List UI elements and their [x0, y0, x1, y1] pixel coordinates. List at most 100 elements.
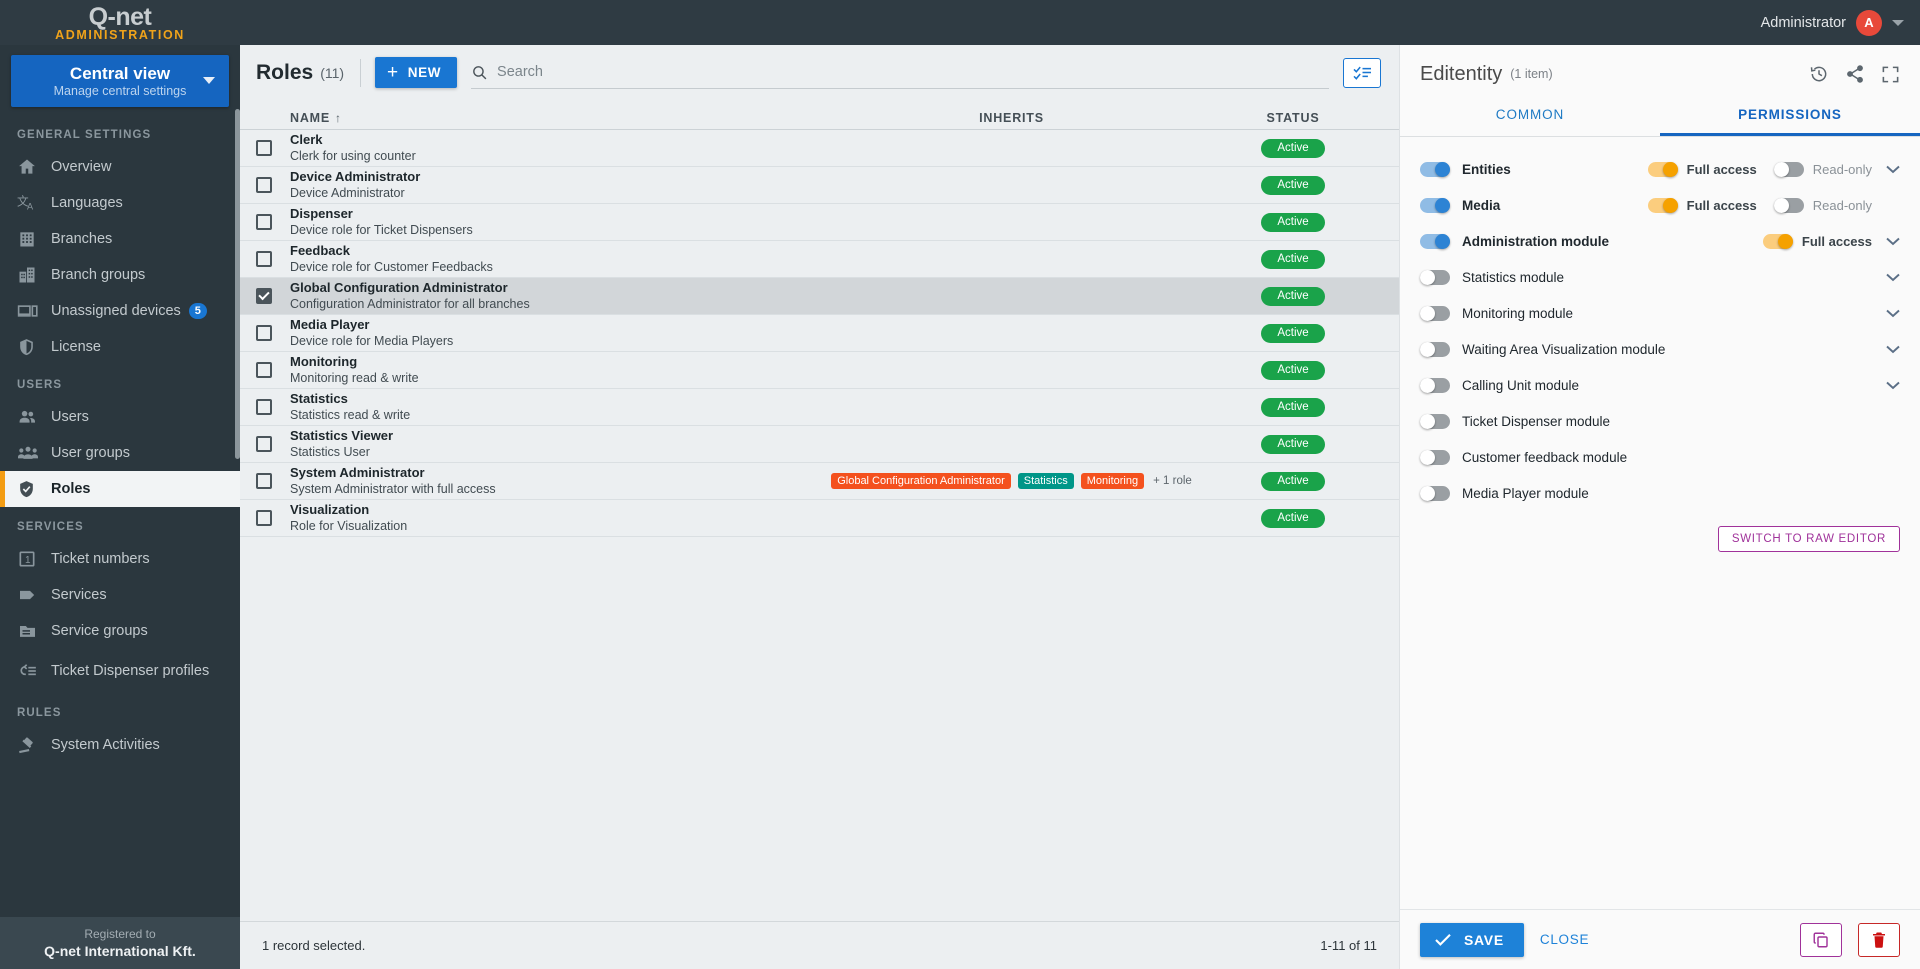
permission-enable-toggle[interactable] [1420, 485, 1450, 501]
row-checkbox[interactable] [256, 288, 272, 304]
chevron-down-icon[interactable] [1886, 273, 1900, 282]
column-header-inherits[interactable]: INHERITS [820, 111, 1203, 125]
table-row[interactable]: Global Configuration Administrator Config… [240, 278, 1399, 315]
permission-enable-toggle[interactable] [1420, 413, 1450, 429]
table-row[interactable]: Visualization Role for Visualization Activ… [240, 500, 1399, 537]
row-checkbox[interactable] [256, 399, 272, 415]
table-row[interactable]: Statistics Statistics read & write Active [240, 389, 1399, 426]
table-row[interactable]: Monitoring Monitoring read & write Active [240, 352, 1399, 389]
row-checkbox[interactable] [256, 140, 272, 156]
row-checkbox[interactable] [256, 436, 272, 452]
table-row[interactable]: Device Administrator Device Administrator… [240, 167, 1399, 204]
table-row[interactable]: Media Player Device role for Media Player… [240, 315, 1399, 352]
save-button[interactable]: SAVE [1420, 922, 1524, 957]
sidebar-item-service-groups[interactable]: Service groups [0, 613, 240, 649]
tab-common[interactable]: COMMON [1400, 95, 1660, 136]
select-all-button[interactable] [1343, 57, 1381, 88]
sidebar-item-roles[interactable]: Roles [0, 471, 240, 507]
sidebar-item-system-activities[interactable]: System Activities [0, 727, 240, 763]
table-row[interactable]: System Administrator System Administrator… [240, 463, 1399, 500]
column-header-name[interactable]: NAME ↑ [290, 111, 820, 125]
chevron-down-icon[interactable] [1886, 165, 1900, 174]
table-row[interactable]: Feedback Device role for Customer Feedbac… [240, 241, 1399, 278]
full-access-toggle[interactable] [1647, 161, 1678, 177]
page-title: Roles [256, 60, 314, 84]
duplicate-button[interactable] [1800, 922, 1842, 957]
status-cell: Active [1203, 138, 1383, 158]
full-access-toggle[interactable] [1762, 233, 1793, 249]
home-icon [17, 157, 51, 177]
row-checkbox[interactable] [256, 177, 272, 193]
close-button[interactable]: CLOSE [1540, 932, 1589, 947]
central-view-selector[interactable]: Central view Manage central settings [11, 55, 229, 107]
sidebar-item-languages[interactable]: 文 A Languages [0, 185, 240, 221]
main-footer: 1 record selected. 1-11 of 11 [240, 921, 1399, 969]
sidebar-item-services[interactable]: Services [0, 577, 240, 613]
table-row[interactable]: Dispenser Device role for Ticket Dispense… [240, 204, 1399, 241]
status-badge: Active [1261, 249, 1325, 269]
search-input[interactable] [497, 64, 1329, 80]
sidebar-item-license[interactable]: License [0, 329, 240, 365]
sidebar-item-unassigned-devices[interactable]: Unassigned devices 5 [0, 293, 240, 329]
chevron-down-icon[interactable] [1886, 381, 1900, 390]
registered-label: Registered to [84, 926, 156, 941]
sidebar-item-ticket-numbers[interactable]: 1 Ticket numbers [0, 541, 240, 577]
full-access-toggle[interactable] [1647, 197, 1678, 213]
chevron-down-icon[interactable] [1886, 237, 1900, 246]
row-checkbox[interactable] [256, 214, 272, 230]
permission-enable-toggle[interactable] [1420, 305, 1450, 321]
panel-tabs: COMMON PERMISSIONS [1400, 95, 1920, 137]
inherits-chip[interactable]: Monitoring [1080, 473, 1145, 489]
row-checkbox[interactable] [256, 325, 272, 341]
panel-filler [1400, 552, 1920, 909]
permission-enable-toggle[interactable] [1420, 197, 1450, 213]
row-checkbox[interactable] [256, 251, 272, 267]
permissions-list: Entities Full access Read-only Media Full ac… [1400, 137, 1920, 508]
permission-enable-toggle[interactable] [1420, 377, 1450, 393]
role-name: Device Administrator [290, 169, 421, 184]
switch-to-raw-editor-button[interactable]: SWITCH TO RAW EDITOR [1717, 526, 1900, 552]
sidebar-item-user-groups[interactable]: User groups [0, 435, 240, 471]
table-row[interactable]: Statistics Viewer Statistics User Active [240, 426, 1399, 463]
chevron-down-icon[interactable] [1886, 345, 1900, 354]
panel-header-actions [1809, 64, 1900, 84]
sidebar-item-branch-groups[interactable]: Branch groups [0, 257, 240, 293]
read-only-toggle[interactable] [1773, 197, 1804, 213]
share-icon[interactable] [1845, 64, 1865, 84]
account-menu[interactable]: Administrator A [1761, 9, 1920, 36]
permission-label: Ticket Dispenser module [1462, 413, 1611, 429]
read-only-toggle[interactable] [1773, 161, 1804, 177]
inherits-chip[interactable]: Global Configuration Administrator [831, 473, 1011, 489]
sidebar-item-ticket-dispenser-profiles[interactable]: Ticket Dispenser profiles [0, 649, 240, 693]
sidebar-scroll-area: Central view Manage central settings GEN… [0, 45, 240, 917]
sidebar-item-overview[interactable]: Overview [0, 149, 240, 185]
permission-enable-toggle[interactable] [1420, 449, 1450, 465]
status-badge: Active [1261, 323, 1325, 343]
history-icon[interactable] [1809, 64, 1829, 84]
raw-editor-row: SWITCH TO RAW EDITOR [1400, 508, 1920, 552]
chevron-down-icon[interactable] [1886, 309, 1900, 318]
permission-enable-toggle[interactable] [1420, 269, 1450, 285]
tab-permissions[interactable]: PERMISSIONS [1660, 95, 1920, 136]
permission-enable-toggle[interactable] [1420, 161, 1450, 177]
access-level-group: Full access Read-only [1647, 197, 1872, 213]
row-checkbox[interactable] [256, 362, 272, 378]
row-checkbox[interactable] [256, 473, 272, 489]
fullscreen-icon[interactable] [1881, 65, 1900, 84]
sidebar-item-label: Services [51, 586, 107, 603]
permission-enable-toggle[interactable] [1420, 341, 1450, 357]
panel-header: Editentity (1 item) [1400, 45, 1920, 95]
sidebar-item-users[interactable]: Users [0, 399, 240, 435]
inherits-chip[interactable]: Statistics [1017, 473, 1074, 489]
new-button[interactable]: + NEW [375, 57, 458, 88]
column-header-status[interactable]: STATUS [1203, 111, 1383, 125]
delete-button[interactable] [1858, 922, 1900, 957]
search-box[interactable] [471, 57, 1329, 89]
table-row[interactable]: Clerk Clerk for using counter Active [240, 130, 1399, 167]
permission-enable-toggle[interactable] [1420, 233, 1450, 249]
status-cell: Active [1203, 323, 1383, 343]
role-description: Device Administrator [290, 186, 405, 200]
row-checkbox[interactable] [256, 510, 272, 526]
sidebar-item-branches[interactable]: Branches [0, 221, 240, 257]
shield-check-icon [17, 479, 51, 499]
